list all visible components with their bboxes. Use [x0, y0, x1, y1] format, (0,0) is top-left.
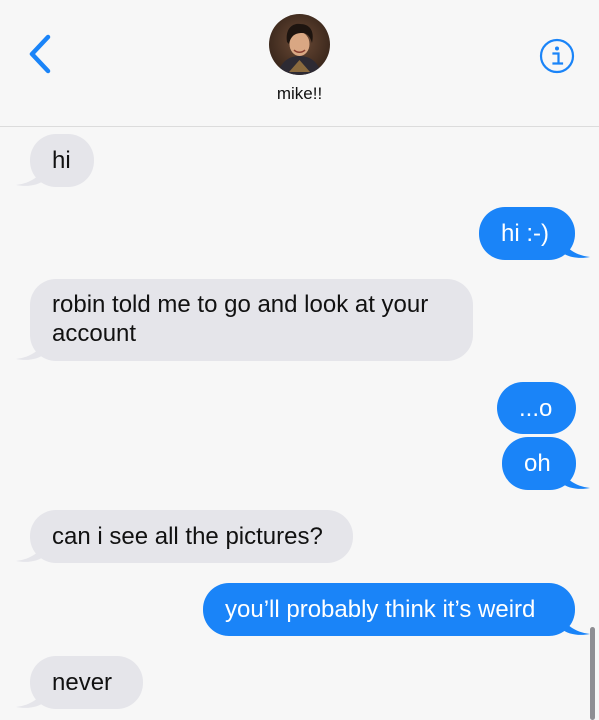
- outgoing-message[interactable]: oh: [502, 437, 576, 490]
- message-text: hi :-): [501, 220, 549, 247]
- message-text: can i see all the pictures?: [52, 523, 323, 550]
- message-text: you’ll probably think it’s weird: [225, 596, 536, 623]
- incoming-message[interactable]: hi: [30, 134, 94, 187]
- message-text: oh: [524, 450, 551, 477]
- outgoing-message[interactable]: ...o: [497, 382, 576, 434]
- message-text: ...o: [519, 395, 553, 422]
- info-circle-icon: [539, 38, 575, 74]
- message-thread[interactable]: hi hi :-) robin told me to go and look a…: [0, 127, 599, 720]
- avatar-photo: [269, 14, 330, 75]
- chevron-left-icon: [29, 34, 51, 74]
- message-text: never: [52, 669, 113, 696]
- outgoing-message[interactable]: you’ll probably think it’s weird: [203, 583, 575, 636]
- incoming-message[interactable]: never: [30, 656, 143, 709]
- scrollbar[interactable]: [590, 627, 595, 720]
- message-text-line: account: [52, 320, 137, 347]
- info-button[interactable]: [539, 38, 575, 74]
- incoming-message[interactable]: can i see all the pictures?: [30, 510, 353, 563]
- incoming-message[interactable]: robin told me to go and look at your acc…: [30, 279, 473, 361]
- conversation-header: mike!!: [0, 0, 599, 127]
- outgoing-message[interactable]: hi :-): [479, 207, 575, 260]
- contact-avatar[interactable]: [269, 14, 330, 75]
- back-button[interactable]: [24, 34, 58, 74]
- message-text: hi: [52, 147, 71, 174]
- message-text-line: robin told me to go and look at your: [52, 291, 429, 318]
- contact-name[interactable]: mike!!: [0, 84, 599, 104]
